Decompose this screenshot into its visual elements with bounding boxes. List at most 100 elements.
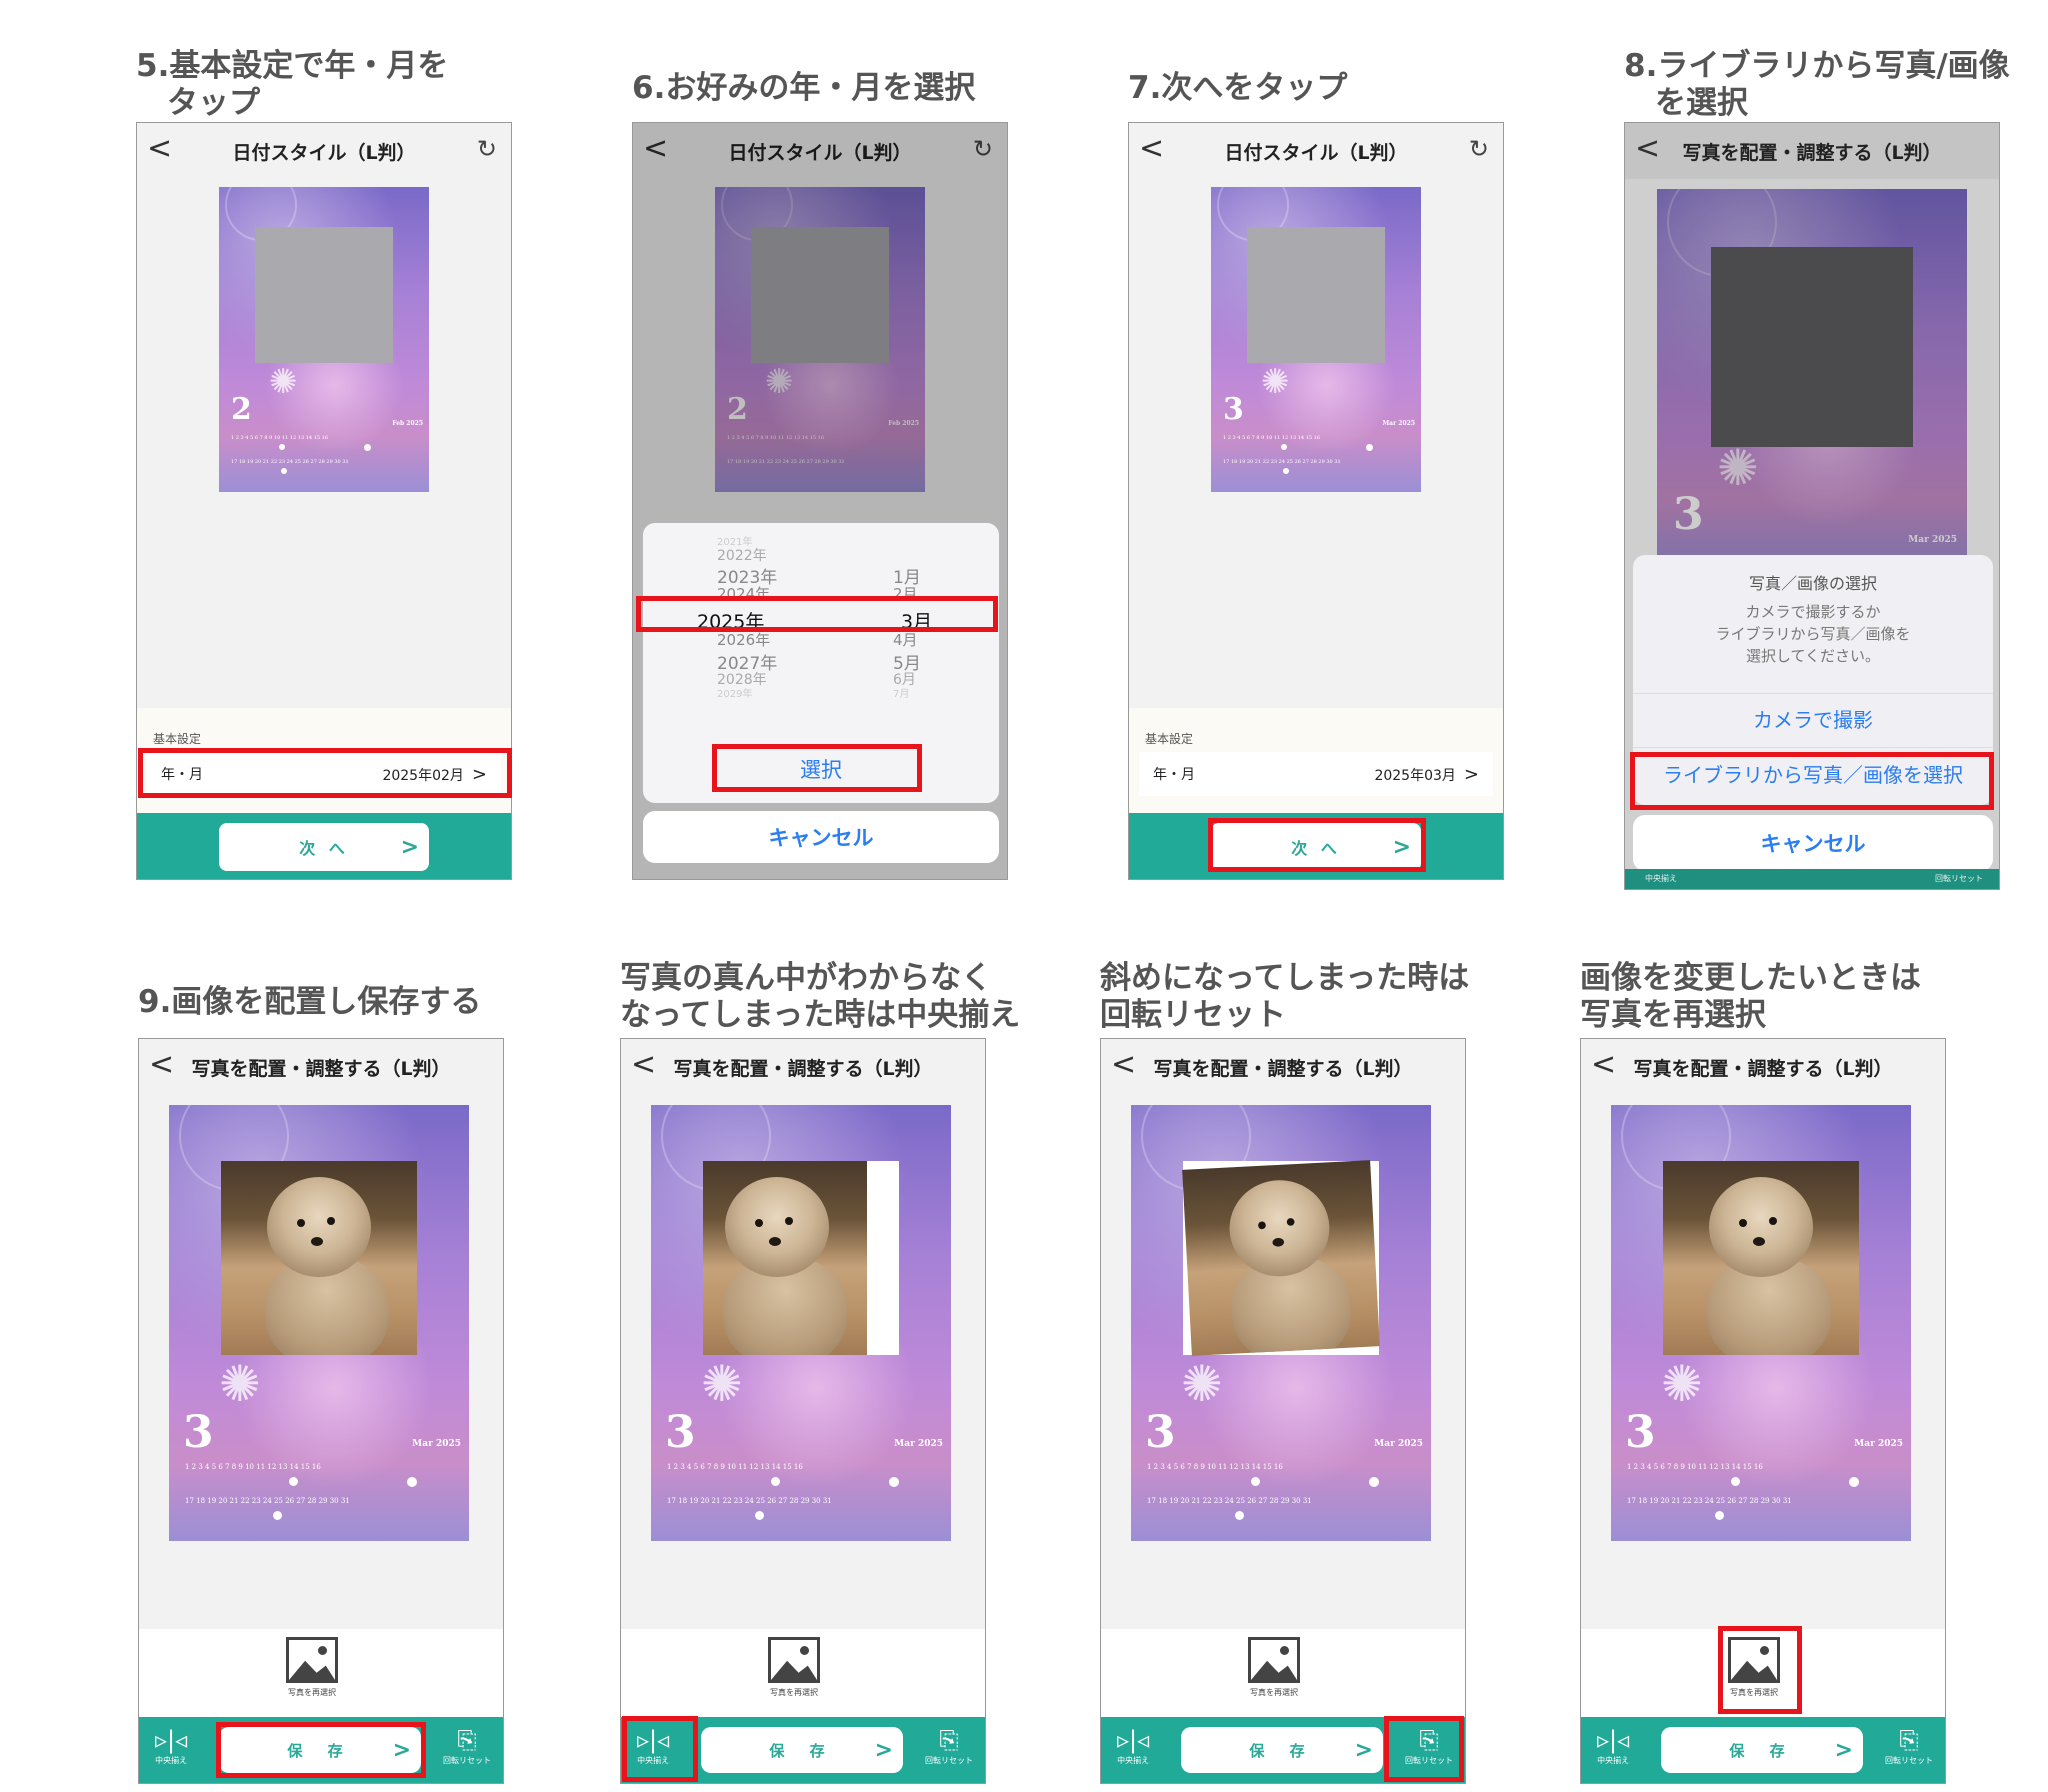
calendar-preview: ✺ 3 Mar 2025 1 2 3 4 5 6 7 8 9 10 11 12 … [1131, 1105, 1431, 1541]
dog-photo[interactable] [1663, 1161, 1859, 1355]
reload-icon[interactable]: ↻ [1469, 135, 1489, 163]
chevron-right-icon: > [874, 1737, 893, 1763]
reselect-photo-button[interactable]: 写真を再選択 [768, 1637, 820, 1698]
save-button[interactable]: 保 存 > [1181, 1727, 1383, 1773]
settings-section: 基本設定 年・月 2025年03月 > [1129, 708, 1503, 813]
year-month-row[interactable]: 年・月 2025年02月 > [147, 752, 501, 796]
calendar-month-number: 3 [665, 1407, 696, 1458]
rotate-reset-label: 回転リセット [1405, 1756, 1453, 1765]
cancel-button[interactable]: キャンセル [643, 811, 999, 863]
phone-screen: < 日付スタイル（L判） ↻ ✺ 2 Feb 2025 1 2 3 4 5 6 … [136, 122, 512, 880]
reselect-photo-button[interactable]: 写真を再選択 [286, 1637, 338, 1698]
bottom-bar: 次 へ > [137, 813, 511, 879]
phone-screen: < 日付スタイル（L判） ↻ ✺ 2 Feb 2025 1 2 3 4 5 6 … [632, 122, 1008, 880]
calendar-month-number: 3 [183, 1407, 214, 1458]
back-icon[interactable]: < [1635, 133, 1660, 165]
year-month-row[interactable]: 年・月 2025年03月 > [1139, 752, 1493, 796]
center-align-label: 中央揃え [637, 1756, 670, 1765]
rotate-reset-icon: ⎘ [457, 1726, 477, 1754]
calendar-preview: ✺ 3 Mar 2025 1 2 3 4 5 6 7 8 9 10 11 12 … [1211, 187, 1421, 492]
image-icon [286, 1637, 338, 1683]
rotate-reset-icon: ⎘ [939, 1726, 959, 1754]
calendar-preview: ✺ 3 Mar 2025 1 2 3 4 5 6 7 8 9 10 11 12 … [1611, 1105, 1911, 1541]
chevron-right-icon: > [1834, 1737, 1853, 1763]
nav-bar: < 写真を配置・調整する（L判） [1625, 123, 1999, 179]
calendar-days-row-2: 17 18 19 20 21 22 23 24 25 26 27 28 29 3… [1627, 1497, 1792, 1505]
center-align-button[interactable]: ▹|◃ 中央揃え [155, 1727, 187, 1766]
chevron-right-icon: > [392, 1737, 411, 1763]
calendar-preview: ✺ 3 Mar 2025 [1657, 189, 1967, 569]
rotate-reset-button[interactable]: ⎘ 回転リセット [1885, 1727, 1933, 1766]
back-icon[interactable]: < [147, 133, 172, 165]
rotate-reset-icon: ⎘ [1899, 1726, 1919, 1754]
back-icon[interactable]: < [1111, 1049, 1136, 1081]
nav-bar: < 日付スタイル（L判） ↻ [137, 123, 511, 179]
choose-from-library-button[interactable]: ライブラリから写真／画像を選択 [1633, 747, 1993, 799]
nav-bar: < 写真を配置・調整する（L判） [1581, 1039, 1945, 1095]
calendar-days-row-2: 17 18 19 20 21 22 23 24 25 26 27 28 29 3… [185, 1497, 350, 1505]
rotate-reset-label: 回転リセット [1935, 874, 1983, 883]
step-10-caption: 写真の真ん中がわからなく なってしまった時は中央揃え [620, 960, 1021, 1033]
center-align-icon: ▹|◃ [155, 1726, 188, 1754]
calendar-days-row-2: 17 18 19 20 21 22 23 24 25 26 27 28 29 3… [231, 459, 349, 465]
calendar-month-text: Feb 2025 [392, 420, 423, 427]
reselect-photo-label: 写真を再選択 [1250, 1688, 1298, 1697]
back-icon[interactable]: < [1139, 133, 1164, 165]
calendar-month-number: 3 [1145, 1407, 1176, 1458]
step-7-caption: 7.次へをタップ [1128, 70, 1348, 106]
save-button[interactable]: 保 存 > [701, 1727, 903, 1773]
calendar-days-row-2: 17 18 19 20 21 22 23 24 25 26 27 28 29 3… [1223, 459, 1341, 465]
calendar-days-row-2: 17 18 19 20 21 22 23 24 25 26 27 28 29 3… [667, 1497, 832, 1505]
reselect-photo-button[interactable]: 写真を再選択 [1248, 1637, 1300, 1698]
back-icon[interactable]: < [1591, 1049, 1616, 1081]
rotate-reset-button[interactable]: ⎘ 回転リセット [925, 1727, 973, 1766]
dog-photo[interactable] [703, 1161, 867, 1355]
rotate-reset-button[interactable]: ⎘ 回転リセット [443, 1727, 491, 1766]
calendar-month-text: Mar 2025 [1854, 1439, 1903, 1449]
nav-bar: < 写真を配置・調整する（L判） [1101, 1039, 1465, 1095]
center-align-icon: ▹|◃ [1117, 1726, 1150, 1754]
take-photo-button[interactable]: カメラで撮影 [1633, 693, 1993, 743]
dog-photo[interactable] [221, 1161, 417, 1355]
calendar-month-text: Mar 2025 [412, 1439, 461, 1449]
action-sheet-message: 選択してください。 [1745, 647, 1881, 665]
image-icon [768, 1637, 820, 1683]
step-11-caption: 斜めになってしまった時は 回転リセット [1100, 960, 1470, 1033]
dog-photo[interactable] [1182, 1160, 1380, 1356]
select-button[interactable]: 選択 [643, 745, 999, 793]
nav-bar: < 写真を配置・調整する（L判） [621, 1039, 985, 1095]
year-month-picker[interactable]: 2021年 2022年 2023年 2024年 2025年 2026年 2027… [643, 523, 999, 700]
rotate-reset-button[interactable]: ⎘ 回転リセット [1405, 1727, 1453, 1766]
step-8-caption: 8.ライブラリから写真/画像 を選択 [1624, 48, 2010, 121]
bottom-bar: ▹|◃ 中央揃え 保 存 > ⎘ 回転リセット [621, 1717, 985, 1783]
calendar-month-number: 2 [231, 392, 252, 427]
cancel-button[interactable]: キャンセル [1633, 815, 1993, 871]
calendar-month-text: Mar 2025 [1374, 1439, 1423, 1449]
chevron-right-icon: > [471, 763, 487, 785]
phone-screen: < 写真を配置・調整する（L判） ✺ 3 Mar 2025 1 2 3 4 5 … [138, 1038, 504, 1784]
center-align-button[interactable]: ▹|◃ 中央揃え [1117, 1727, 1149, 1766]
year-month-value: 2025年02月 [382, 767, 464, 784]
center-align-icon: ▹|◃ [1597, 1726, 1630, 1754]
calendar-days-row-1: 1 2 3 4 5 6 7 8 9 10 11 12 13 14 15 16 [231, 435, 329, 441]
center-align-label: 中央揃え [155, 1756, 188, 1765]
action-sheet-message: ライブラリから写真／画像を [1715, 625, 1911, 643]
action-sheet-message: カメラで撮影するか [1745, 603, 1881, 621]
calendar-month-text: Mar 2025 [894, 1439, 943, 1449]
reload-icon[interactable]: ↻ [477, 135, 497, 163]
center-align-button[interactable]: ▹|◃ 中央揃え [1597, 1727, 1629, 1766]
save-button[interactable]: 保 存 > [1661, 1727, 1863, 1773]
reselect-photo-button[interactable]: 写真を再選択 [1728, 1637, 1780, 1698]
bottom-bar: 中央揃え 回転リセット [1625, 869, 1999, 889]
save-button[interactable]: 保 存 > [219, 1727, 421, 1773]
screen-title: 写真を配置・調整する（L判） [1682, 141, 1942, 164]
back-icon[interactable]: < [149, 1049, 174, 1081]
center-align-button[interactable]: ▹|◃ 中央揃え [637, 1727, 669, 1766]
nav-bar: < 日付スタイル（L判） ↻ [1129, 123, 1503, 179]
next-button[interactable]: 次 へ > [1211, 823, 1421, 871]
step-12-caption: 画像を変更したいときは 写真を再選択 [1580, 960, 1921, 1033]
action-sheet: 写真／画像の選択 カメラで撮影するか ライブラリから写真／画像を 選択してくださ… [1633, 555, 1993, 805]
back-icon[interactable]: < [631, 1049, 656, 1081]
next-button[interactable]: 次 へ > [219, 823, 429, 871]
settings-label: 基本設定 [153, 732, 202, 746]
